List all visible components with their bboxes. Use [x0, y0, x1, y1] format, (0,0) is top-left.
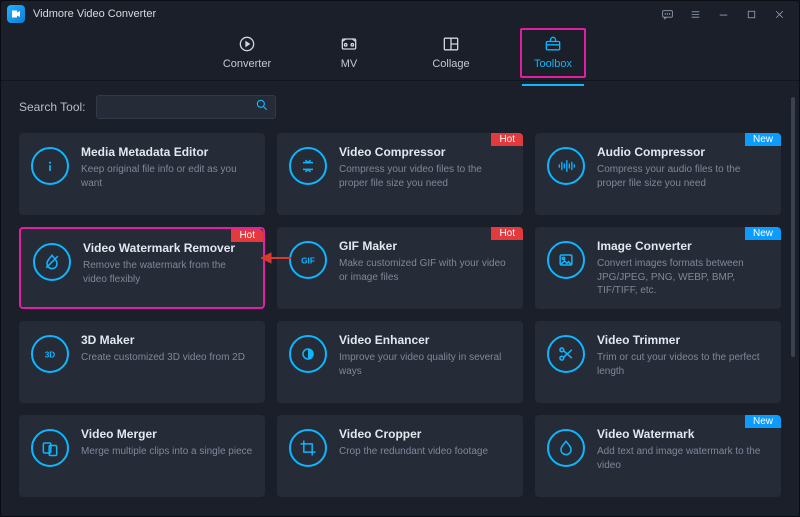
title-bar: Vidmore Video Converter — [1, 1, 799, 27]
tab-converter[interactable]: Converter — [214, 34, 280, 74]
search-icon[interactable] — [255, 98, 269, 117]
converter-icon — [237, 34, 257, 54]
hot-badge: Hot — [491, 227, 523, 240]
svg-text:3D: 3D — [45, 351, 56, 360]
tool-title: Video Enhancer — [339, 333, 511, 347]
mv-icon — [339, 34, 359, 54]
tool-title: Audio Compressor — [597, 145, 769, 159]
feedback-button[interactable] — [653, 3, 681, 25]
app-title: Vidmore Video Converter — [33, 8, 156, 20]
hot-badge: Hot — [491, 133, 523, 146]
tool-title: GIF Maker — [339, 239, 511, 253]
watermark-remove-icon — [33, 243, 71, 281]
compress-icon — [289, 147, 327, 185]
maximize-button[interactable] — [737, 3, 765, 25]
info-icon — [31, 147, 69, 185]
tool-desc: Make customized GIF with your video or i… — [339, 257, 511, 284]
tool-media-metadata-editor[interactable]: Media Metadata Editor Keep original file… — [19, 133, 265, 215]
toolbox-icon — [543, 34, 563, 54]
tool-video-compressor[interactable]: Hot Video Compressor Compress your video… — [277, 133, 523, 215]
search-label: Search Tool: — [19, 100, 86, 114]
new-badge: New — [745, 133, 781, 146]
tool-desc: Improve your video quality in several wa… — [339, 351, 511, 378]
tool-desc: Keep original file info or edit as you w… — [81, 163, 253, 190]
tool-video-cropper[interactable]: Video Cropper Crop the redundant video f… — [277, 415, 523, 497]
tab-label: MV — [341, 58, 358, 70]
minimize-button[interactable] — [709, 3, 737, 25]
enhancer-icon — [289, 335, 327, 373]
search-row: Search Tool: — [19, 95, 781, 119]
tool-image-converter[interactable]: New Image Converter Convert images forma… — [535, 227, 781, 309]
tool-video-watermark[interactable]: New Video Watermark Add text and image w… — [535, 415, 781, 497]
svg-text:GIF: GIF — [301, 257, 315, 266]
toolbox-body: Search Tool: Media Metadata Editor Keep … — [1, 81, 799, 516]
tool-desc: Trim or cut your videos to the perfect l… — [597, 351, 769, 378]
image-convert-icon — [547, 241, 585, 279]
tools-grid: Media Metadata Editor Keep original file… — [19, 133, 781, 497]
tool-title: 3D Maker — [81, 333, 253, 347]
tab-toolbox[interactable]: Toolbox — [520, 28, 586, 78]
scrollbar[interactable] — [791, 97, 795, 357]
tool-video-enhancer[interactable]: Video Enhancer Improve your video qualit… — [277, 321, 523, 403]
tool-gif-maker[interactable]: Hot GIF GIF Maker Make customized GIF wi… — [277, 227, 523, 309]
hot-badge: Hot — [231, 229, 263, 242]
tool-title: Video Watermark Remover — [83, 241, 251, 255]
tool-title: Video Watermark — [597, 427, 769, 441]
app-logo-icon — [7, 5, 25, 23]
tool-3d-maker[interactable]: 3D 3D Maker Create customized 3D video f… — [19, 321, 265, 403]
tool-video-watermark-remover[interactable]: Hot Video Watermark Remover Remove the w… — [19, 227, 265, 309]
tool-title: Video Merger — [81, 427, 253, 441]
merger-icon — [31, 429, 69, 467]
tool-desc: Compress your audio files to the proper … — [597, 163, 769, 190]
tool-title: Image Converter — [597, 239, 769, 253]
tool-title: Video Trimmer — [597, 333, 769, 347]
tool-desc: Add text and image watermark to the vide… — [597, 445, 769, 472]
main-tabs: Converter MV Collage Toolbox — [1, 27, 799, 81]
app-window: Vidmore Video Converter Converter — [0, 0, 800, 517]
tool-title: Video Cropper — [339, 427, 511, 441]
scissors-icon — [547, 335, 585, 373]
collage-icon — [441, 34, 461, 54]
watermark-icon — [547, 429, 585, 467]
tool-desc: Merge multiple clips into a single piece — [81, 445, 253, 459]
new-badge: New — [745, 415, 781, 428]
crop-icon — [289, 429, 327, 467]
tool-title: Media Metadata Editor — [81, 145, 253, 159]
search-box[interactable] — [96, 95, 276, 119]
audio-compress-icon — [547, 147, 585, 185]
close-button[interactable] — [765, 3, 793, 25]
tool-desc: Convert images formats between JPG/JPEG,… — [597, 257, 769, 298]
tool-title: Video Compressor — [339, 145, 511, 159]
tool-desc: Remove the watermark from the video flex… — [83, 259, 251, 286]
tool-desc: Create customized 3D video from 2D — [81, 351, 253, 365]
gif-icon: GIF — [289, 241, 327, 279]
tool-desc: Crop the redundant video footage — [339, 445, 511, 459]
search-input[interactable] — [103, 100, 255, 114]
3d-icon: 3D — [31, 335, 69, 373]
new-badge: New — [745, 227, 781, 240]
tool-desc: Compress your video files to the proper … — [339, 163, 511, 190]
tab-label: Toolbox — [534, 58, 572, 70]
tool-video-trimmer[interactable]: Video Trimmer Trim or cut your videos to… — [535, 321, 781, 403]
tool-audio-compressor[interactable]: New Audio Compressor Compress your audio… — [535, 133, 781, 215]
tab-label: Collage — [432, 58, 469, 70]
menu-button[interactable] — [681, 3, 709, 25]
tool-video-merger[interactable]: Video Merger Merge multiple clips into a… — [19, 415, 265, 497]
tab-collage[interactable]: Collage — [418, 34, 484, 74]
tab-label: Converter — [223, 58, 271, 70]
tab-mv[interactable]: MV — [316, 34, 382, 74]
